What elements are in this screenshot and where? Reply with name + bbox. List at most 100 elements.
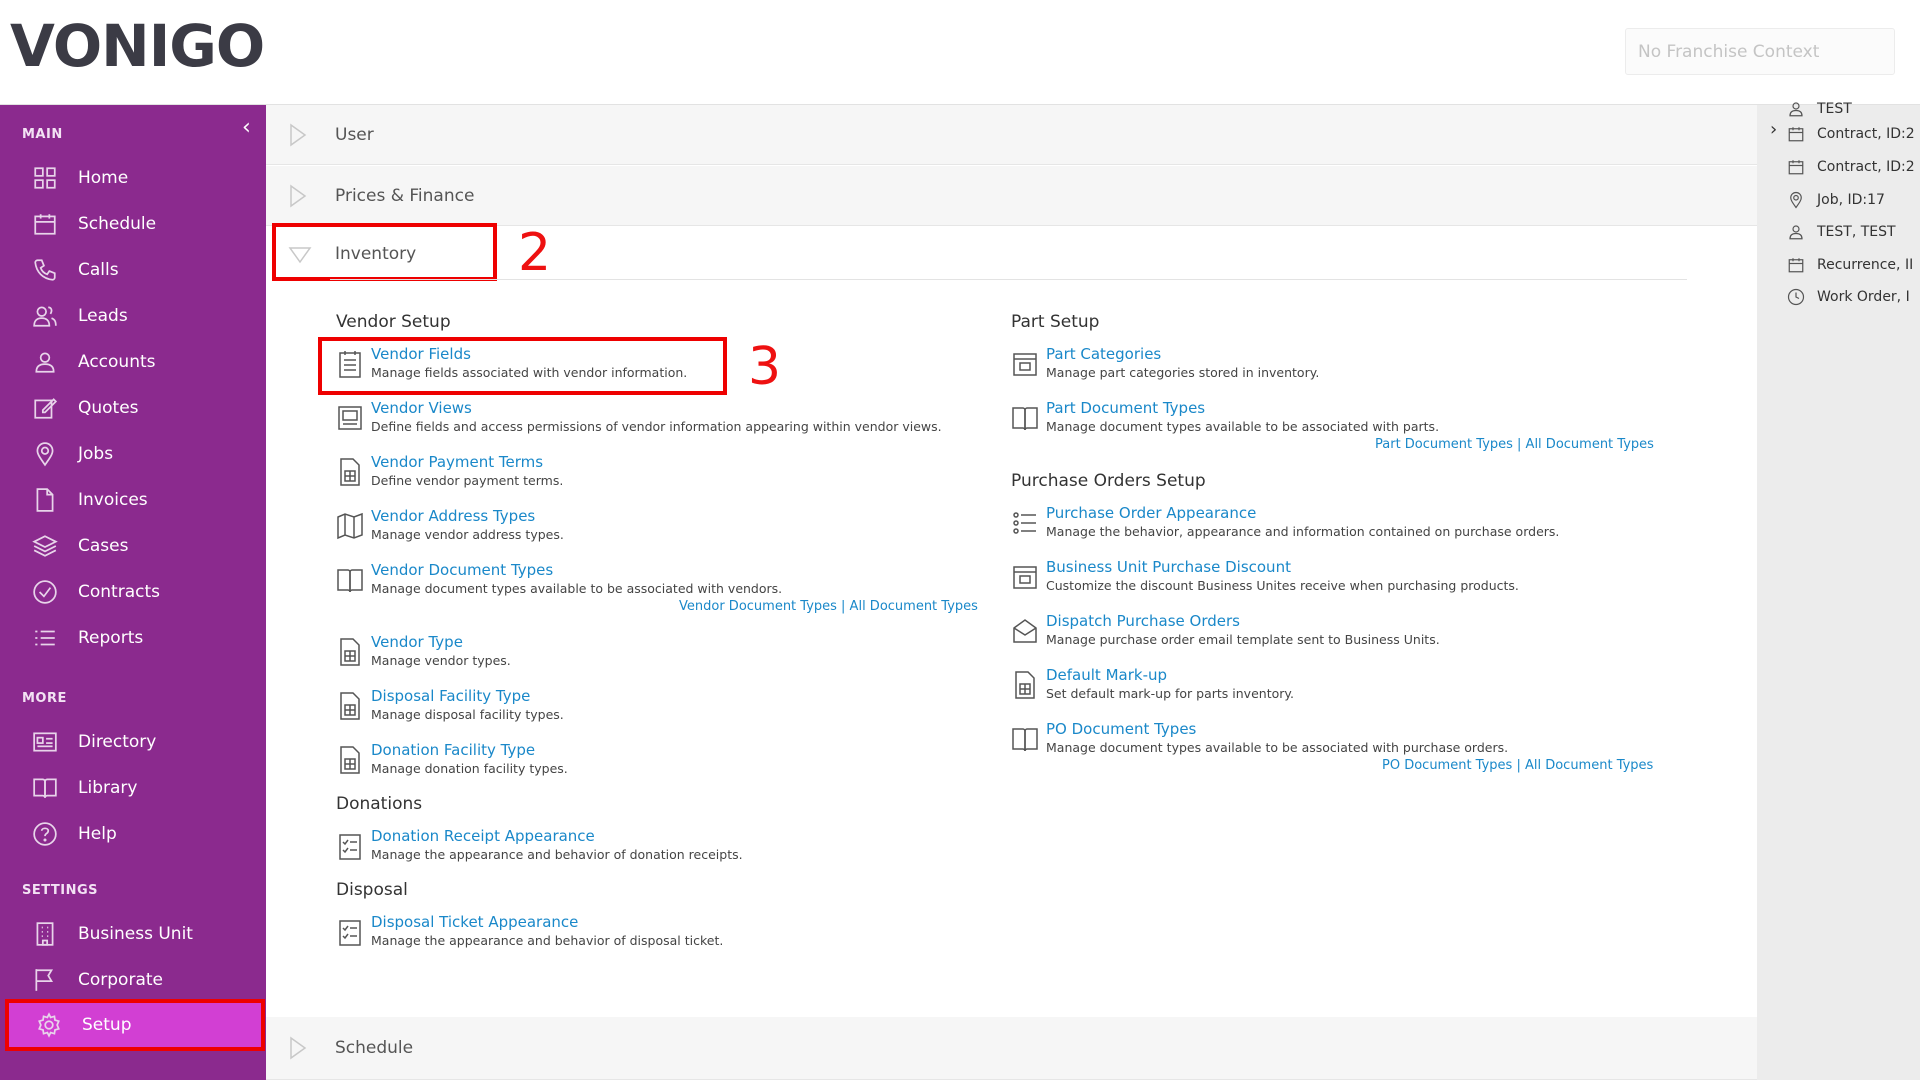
part-categories-link[interactable]: Part Categories [1046,345,1161,363]
sidebar-item-business-unit[interactable]: Business Unit [0,911,266,957]
purchase-order-appearance-link[interactable]: Purchase Order Appearance [1046,504,1256,522]
sidebar-item-reports[interactable]: Reports [0,615,266,661]
highlight-box-vendor-fields [318,337,727,395]
recent-item-label: TEST [1817,101,1852,117]
sidebar-item-label: Contracts [78,582,160,602]
recent-item[interactable]: Contract, ID:2 [1787,155,1915,179]
recent-item[interactable]: Recurrence, II [1787,253,1913,277]
book-icon [1011,403,1039,433]
sidebar-item-label: Jobs [78,444,114,464]
sidebar-item-contracts[interactable]: Contracts [0,569,266,615]
sidebar-item-jobs[interactable]: Jobs [0,431,266,477]
vendor-payment-terms-link[interactable]: Vendor Payment Terms [371,453,543,471]
accordion-prices-finance[interactable]: Prices & Finance [266,166,1757,226]
sidebar-item-invoices[interactable]: Invoices [0,477,266,523]
part-document-types-link[interactable]: Part Document Types [1046,399,1205,417]
calendar-icon [1788,127,1804,142]
calendar-icon [1788,258,1804,273]
entry-description: Define vendor payment terms. [371,473,564,488]
building-icon [30,919,60,949]
vendor-setup-title: Vendor Setup [336,312,451,332]
annotation-number-2: 2 [518,223,552,283]
sidebar-item-directory[interactable]: Directory [0,719,266,765]
recent-item-label: Contract, ID:2 [1817,126,1915,142]
map-pin-icon [30,439,60,469]
default-mark-up-link[interactable]: Default Mark-up [1046,666,1167,684]
annotation-number-3: 3 [748,337,782,397]
business-unit-purchase-discount-link[interactable]: Business Unit Purchase Discount [1046,558,1291,576]
recent-item[interactable]: Work Order, I [1787,285,1910,309]
part-document-types-links[interactable]: Part Document Types | All Document Types [1375,437,1654,452]
po-document-types-link[interactable]: PO Document Types [1046,720,1196,738]
sidebar-section-main: MAIN [22,127,63,142]
user-icon [1789,102,1803,117]
purchase-orders-setup-title: Purchase Orders Setup [1011,471,1206,491]
sidebar-item-label: Setup [82,1015,132,1035]
vendor-address-types-link[interactable]: Vendor Address Types [371,507,535,525]
vendor-document-types-links[interactable]: Vendor Document Types | All Document Typ… [679,599,978,614]
sidebar-item-calls[interactable]: Calls [0,247,266,293]
recent-item[interactable]: TEST [1787,97,1852,121]
donation-facility-type-link[interactable]: Donation Facility Type [371,741,535,759]
entry-description: Manage the behavior, appearance and info… [1046,524,1560,539]
layers-icon [30,531,60,561]
home-grid-icon [30,163,60,193]
recent-item[interactable]: Contract, ID:2 [1787,122,1915,146]
po-document-types-links[interactable]: PO Document Types | All Document Types [1382,758,1653,773]
sidebar-item-setup[interactable]: Setup [5,999,265,1051]
sidebar-item-cases[interactable]: Cases [0,523,266,569]
highlight-box-inventory [272,223,497,281]
franchise-context-field[interactable]: No Franchise Context [1625,28,1895,75]
sidebar-item-leads[interactable]: Leads [0,293,266,339]
entry-description: Manage vendor types. [371,653,511,668]
sidebar-item-schedule[interactable]: Schedule [0,201,266,247]
sidebar-item-label: Leads [78,306,128,326]
dispatch-purchase-orders-link[interactable]: Dispatch Purchase Orders [1046,612,1240,630]
entry-description: Customize the discount Business Unites r… [1046,578,1519,593]
recent-item-label: Recurrence, II [1817,257,1914,273]
check-circle-icon [30,577,60,607]
vendor-document-types-link[interactable]: Vendor Document Types [371,561,553,579]
chevron-right-icon[interactable]: › [1770,119,1777,140]
part-setup-title: Part Setup [1011,312,1100,332]
vendor-views-link[interactable]: Vendor Views [371,399,472,417]
sidebar-item-library[interactable]: Library [0,765,266,811]
list-settings-icon [1011,508,1039,538]
calendar-icon [30,209,60,239]
sidebar-item-label: Calls [78,260,119,280]
sidebar-item-corporate[interactable]: Corporate [0,957,266,1003]
recent-item[interactable]: Job, ID:17 [1787,188,1885,212]
sidebar-item-label: Invoices [78,490,148,510]
vendor-type-link[interactable]: Vendor Type [371,633,463,651]
inventory-divider [330,279,1687,280]
sidebar-item-help[interactable]: Help [0,811,266,857]
sidebar: ‹ MAIN Home Schedule Calls Leads Account… [0,105,266,1080]
disposal-ticket-appearance-link[interactable]: Disposal Ticket Appearance [371,913,578,931]
sidebar-item-home[interactable]: Home [0,155,266,201]
sidebar-item-accounts[interactable]: Accounts [0,339,266,385]
accordion-schedule[interactable]: Schedule [266,1017,1757,1080]
entry-description: Manage disposal facility types. [371,707,564,722]
donation-receipt-appearance-link[interactable]: Donation Receipt Appearance [371,827,595,845]
document-calc-icon [336,637,364,667]
list-icon [30,623,60,653]
recent-item[interactable]: TEST, TEST [1787,220,1896,244]
inventory-box-icon [1011,562,1039,592]
vonigo-logo[interactable]: VONIGO [10,12,265,80]
collapse-sidebar-icon[interactable]: ‹ [242,115,251,140]
accordion-user[interactable]: User [266,105,1757,165]
entry-description: Manage purchase order email template sen… [1046,632,1440,647]
checklist-icon [336,917,364,947]
user-icon [30,347,60,377]
map-icon [336,511,364,541]
entry-description: Manage the appearance and behavior of di… [371,933,724,948]
sidebar-item-quotes[interactable]: Quotes [0,385,266,431]
entry-description: Manage document types available to be as… [1046,419,1440,434]
clock-icon [1787,288,1805,306]
entry-description: Set default mark-up for parts inventory. [1046,686,1294,701]
book-icon [336,565,364,595]
disposal-facility-type-link[interactable]: Disposal Facility Type [371,687,530,705]
entry-description: Manage document types available to be as… [1046,740,1509,755]
expand-arrow-icon [290,184,307,207]
expand-arrow-icon [290,1036,307,1060]
